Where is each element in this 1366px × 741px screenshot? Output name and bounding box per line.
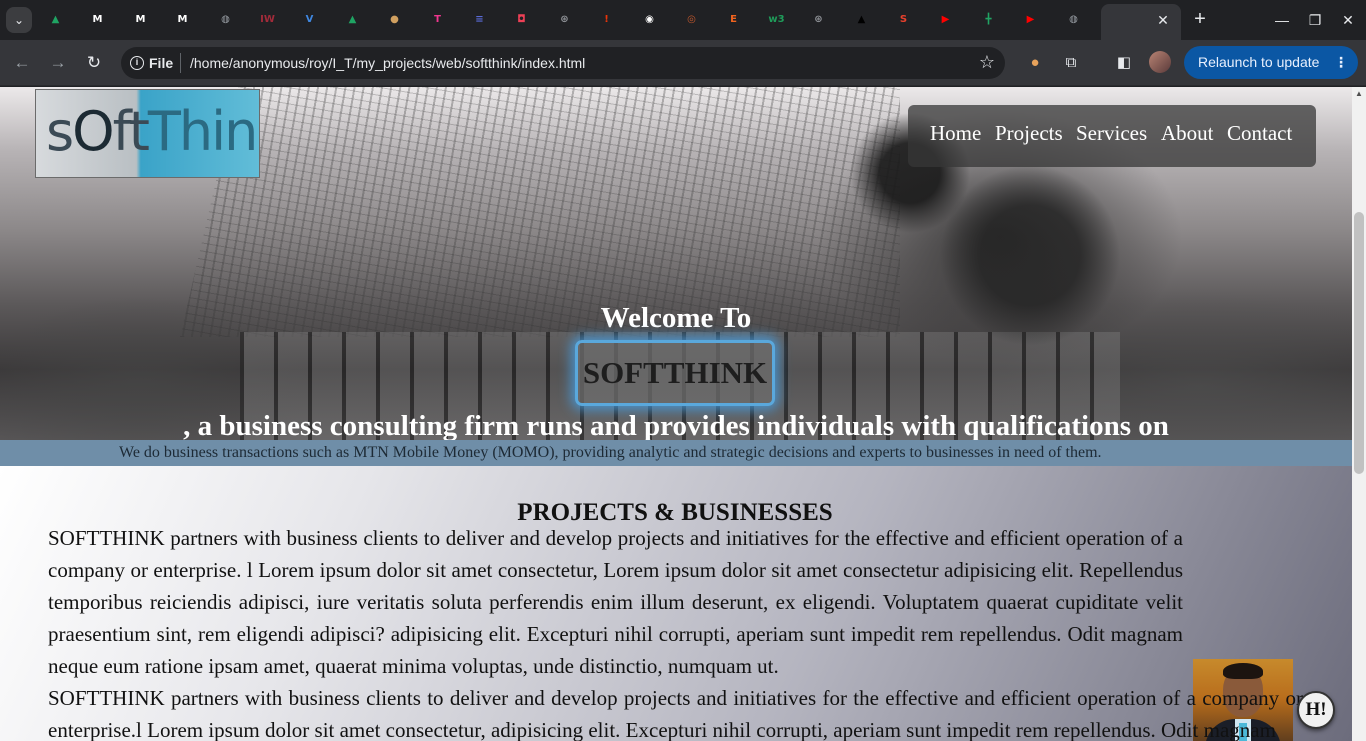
alert-icon[interactable]: ! xyxy=(598,11,615,28)
logo-wordmark: sOftThink xyxy=(46,100,259,163)
openai-icon[interactable]: ⊛ xyxy=(810,11,827,28)
projects-paragraph-2: SOFTTHINK partners with business clients… xyxy=(48,682,1303,741)
close-tab-icon[interactable]: ✕ xyxy=(1153,10,1173,30)
hero-section: sOftThink Home Projects Services About C… xyxy=(0,87,1352,440)
paragraph-1-text: SOFTTHINK partners with business clients… xyxy=(48,526,1183,678)
logo-o-emblem: O xyxy=(72,100,114,163)
relaunch-label: Relaunch to update xyxy=(1198,54,1320,70)
s-app-icon[interactable]: S xyxy=(895,11,912,28)
pocket-icon[interactable]: ◘ xyxy=(513,11,530,28)
browser-toolbar: ← → ↻ i File /home/anonymous/roy/I_T/my_… xyxy=(0,40,1366,86)
hi-chat-button[interactable]: H! xyxy=(1297,691,1335,729)
medium-icon[interactable]: M xyxy=(132,11,149,28)
etsy-icon[interactable]: E xyxy=(725,11,742,28)
projects-section: PROJECTS & BUSINESSES SOFTTHINK partners… xyxy=(0,466,1352,741)
relaunch-button[interactable]: Relaunch to update ⋮ xyxy=(1184,46,1358,79)
window-close-icon[interactable]: ✕ xyxy=(1336,8,1360,32)
url-text[interactable]: /home/anonymous/roy/I_T/my_projects/web/… xyxy=(190,55,585,71)
tab-strip: ⌄ ▲MMM◍IWV▲●T≡◘⊛!◉◎Ew3⊛▲S▶╋▶◍D ✕ + — ❐ ✕ xyxy=(0,0,1366,40)
scheme-label: File xyxy=(149,55,174,71)
page-scrollbar[interactable]: ▲ xyxy=(1352,87,1366,741)
hero-brand-name: SOFTTHINK xyxy=(575,340,775,406)
back-arrow-icon[interactable]: ← xyxy=(9,50,35,76)
reload-icon[interactable]: ↻ xyxy=(81,50,107,76)
list-app-icon[interactable]: ≡ xyxy=(471,11,488,28)
pink-app-icon[interactable]: T xyxy=(429,11,446,28)
page-viewport: sOftThink Home Projects Services About C… xyxy=(0,87,1352,741)
triangle-app-icon[interactable]: ▲ xyxy=(853,11,870,28)
paragraph-2-text: SOFTTHINK partners with business clients… xyxy=(48,686,1303,741)
hero-welcome: Welcome To xyxy=(600,302,752,334)
maximize-icon[interactable]: ❐ xyxy=(1303,8,1327,32)
medium-icon[interactable]: M xyxy=(89,11,106,28)
more-menu-icon[interactable]: ⋮ xyxy=(1334,46,1348,79)
badge-icon[interactable]: ● xyxy=(386,11,403,28)
profile-avatar[interactable] xyxy=(1149,51,1171,73)
openai-icon[interactable]: ⊛ xyxy=(556,11,573,28)
v-logo-icon[interactable]: V xyxy=(301,11,318,28)
cookie-extension-icon[interactable]: ● xyxy=(1024,52,1046,74)
site-logo[interactable]: sOftThink xyxy=(35,89,260,178)
divider xyxy=(180,53,181,73)
globe-icon[interactable]: ◍ xyxy=(217,11,234,28)
logo-part-3: Think xyxy=(147,100,259,163)
google-drive-icon[interactable]: ▲ xyxy=(47,11,64,28)
hero-tagline: , a business consulting firm runs and pr… xyxy=(183,410,1169,440)
nav-services[interactable]: Services xyxy=(1076,121,1147,146)
logo-part-2: ft xyxy=(112,100,150,163)
w3-icon[interactable]: w3 xyxy=(768,11,785,28)
address-bar[interactable]: i File /home/anonymous/roy/I_T/my_projec… xyxy=(121,47,1005,79)
ticker-text: We do business transactions such as MTN … xyxy=(119,444,1102,461)
iw-icon[interactable]: IW xyxy=(259,11,276,28)
github-icon[interactable]: ◉ xyxy=(641,11,658,28)
forward-arrow-icon[interactable]: → xyxy=(45,50,71,76)
extensions-puzzle-icon[interactable]: ⧉ xyxy=(1060,52,1082,74)
nav-projects[interactable]: Projects xyxy=(995,121,1063,146)
nav-contact[interactable]: Contact xyxy=(1227,121,1292,146)
globe-icon[interactable]: ◍ xyxy=(1065,11,1082,28)
hero-roof-texture xyxy=(180,87,900,337)
projects-paragraph-1: SOFTTHINK partners with business clients… xyxy=(48,522,1303,682)
marquee-ticker: We do business transactions such as MTN … xyxy=(0,440,1352,466)
youtube-icon[interactable]: ▶ xyxy=(937,11,954,28)
nav-home[interactable]: Home xyxy=(930,121,981,146)
bookmark-star-icon[interactable]: ☆ xyxy=(979,52,995,73)
new-tab-button[interactable]: + xyxy=(1188,8,1212,32)
minimize-icon[interactable]: — xyxy=(1270,8,1294,32)
orange-app-icon[interactable]: ◎ xyxy=(683,11,700,28)
medium-icon[interactable]: M xyxy=(174,11,191,28)
scroll-up-arrow-icon[interactable]: ▲ xyxy=(1352,87,1366,101)
sheets-icon[interactable]: ╋ xyxy=(980,11,997,28)
main-nav: Home Projects Services About Contact xyxy=(908,105,1316,167)
nav-about[interactable]: About xyxy=(1161,121,1214,146)
google-drive-icon[interactable]: ▲ xyxy=(344,11,361,28)
tab-search-button[interactable]: ⌄ xyxy=(6,7,32,33)
photo-hair xyxy=(1223,663,1263,679)
scroll-thumb[interactable] xyxy=(1354,212,1364,474)
youtube-icon[interactable]: ▶ xyxy=(1022,11,1039,28)
logo-part-1: s xyxy=(46,100,74,163)
info-icon[interactable]: i xyxy=(130,56,144,70)
side-panel-icon[interactable]: ◧ xyxy=(1113,52,1135,74)
